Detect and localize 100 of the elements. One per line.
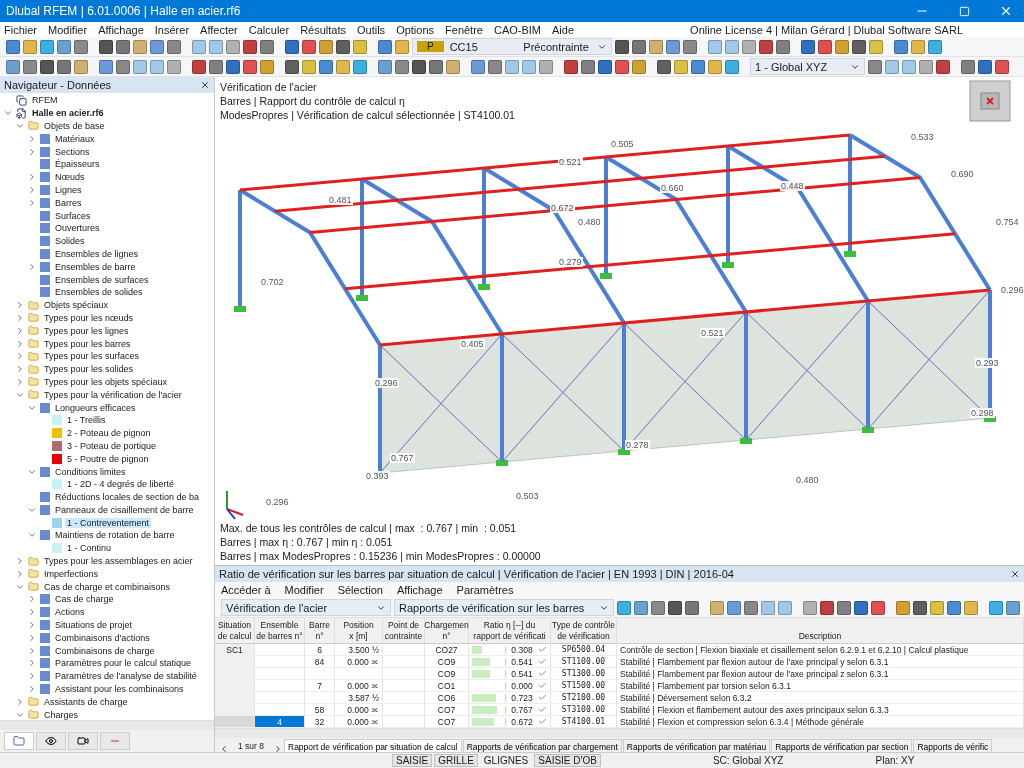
tree-item[interactable]: Types pour les assemblages en acier [42,556,195,567]
column-header[interactable]: Type de contrôle de vérification [551,618,617,644]
results-dropdown[interactable]: Rapports de vérification sur les barres [394,599,614,616]
tree-item[interactable]: Surfaces [53,210,93,221]
menu-item[interactable]: Calculer [248,23,290,36]
toolbar-icon[interactable] [759,39,773,54]
tree-item[interactable]: Imperfections [42,568,101,579]
tree-item[interactable]: 5 - Poutre de pignon [65,453,151,464]
column-header[interactable]: Situation de calcul [215,618,255,644]
expander-icon[interactable] [27,684,37,695]
toolbar-icon[interactable] [666,39,680,54]
toolbar-icon[interactable] [598,59,612,74]
toolbar-icon[interactable] [243,39,257,54]
tree-item[interactable]: Objets spéciaux [42,300,111,311]
expander-icon[interactable] [27,133,37,144]
status-toggle[interactable]: GRILLE [434,754,478,767]
scrollbar[interactable] [215,728,1024,738]
tree-item[interactable]: Ensembles de lignes [53,248,141,259]
tree-item[interactable]: Actions [53,607,87,618]
tree-item[interactable]: Assistants de charge [42,696,130,707]
tree-item[interactable]: Cas de charge et combinaisons [42,581,173,592]
status-toggle[interactable]: SAISIE D'OB [534,754,601,767]
toolbar-icon[interactable] [978,59,992,74]
toolbar-icon[interactable] [167,39,181,54]
toolbar-icon[interactable] [657,59,671,74]
tree-item[interactable]: Réductions locales de section de ba [53,492,202,503]
expander-icon[interactable] [27,184,37,195]
tree-item[interactable]: Halle en acier.rf6 [30,108,106,119]
tree-item[interactable]: 1 - Treillis [65,415,108,426]
tree-item[interactable]: Maintiens de rotation de barre [53,530,177,541]
expander-icon[interactable] [27,645,37,656]
menu-item[interactable]: Sélection [337,584,383,596]
column-header[interactable]: Barre n° [305,618,335,644]
tree-item[interactable]: Barres [53,197,84,208]
expander-icon[interactable] [27,658,37,669]
tree-item[interactable]: 1 - Continu [65,543,114,554]
tree-item[interactable]: Longueurs efficaces [53,402,138,413]
previous-icon[interactable] [219,744,229,754]
tree-item[interactable]: Nœuds [53,172,87,183]
status-toggle[interactable]: GLIGNES [479,754,533,767]
expander-icon[interactable] [15,312,25,323]
toolbar-icon[interactable] [615,39,629,54]
tree-item[interactable]: Sections [53,146,92,157]
toolbar-icon[interactable] [285,59,299,74]
tree-item[interactable]: Ensembles de solides [53,287,145,298]
toolbar-icon[interactable] [150,39,164,54]
toolbar-icon[interactable] [683,39,697,54]
expander-icon[interactable] [15,364,25,375]
toolbar-icon[interactable] [1006,600,1020,615]
menu-item[interactable]: Outils [357,23,386,36]
scrollbar[interactable] [0,720,214,730]
toolbar-icon[interactable] [564,59,578,74]
tree-item[interactable]: Épaisseurs [53,159,102,170]
toolbar-icon[interactable] [429,59,443,74]
tree-item[interactable]: Types pour les surfaces [42,351,142,362]
toolbar-icon[interactable] [40,59,54,74]
toolbar-icon[interactable] [632,39,646,54]
tree-item[interactable]: Assistant pour les combinaisons [53,684,186,695]
toolbar-icon[interactable] [837,600,851,615]
toolbar-icon[interactable] [852,39,866,54]
menu-item[interactable]: Modifier [284,584,324,596]
toolbar-icon[interactable] [894,39,908,54]
toolbar-icon[interactable] [801,39,815,54]
tree-item[interactable]: Lignes [53,184,84,195]
menu-item[interactable]: Options [396,23,435,36]
toolbar-icon[interactable] [116,59,130,74]
tree-item[interactable]: Situations de projet [53,620,135,631]
expander-icon[interactable] [15,376,25,387]
expander-icon[interactable] [15,556,25,567]
expander-icon[interactable] [27,261,37,272]
tree-item[interactable]: Panneaux de cisaillement de barre [53,504,196,515]
tree-item[interactable]: 3 - Poteau de portique [65,440,159,451]
column-header[interactable]: Description [617,618,1024,644]
toolbar-icon[interactable] [936,59,950,74]
column-header[interactable]: Point de contrainte [383,618,425,644]
column-header[interactable]: Position x [m] [335,618,383,644]
toolbar-icon[interactable] [336,39,350,54]
toolbar-icon[interactable] [913,600,927,615]
tree-item[interactable]: 1 - Contreventement [65,517,152,528]
tree-item[interactable]: Types pour les solides [42,364,136,375]
tree-item[interactable]: Objets de base [42,121,107,131]
toolbar-icon[interactable] [57,59,71,74]
toolbar-icon[interactable] [260,39,274,54]
expander-icon[interactable] [15,338,25,349]
toolbar-icon[interactable] [6,39,20,54]
expander-icon[interactable] [15,696,25,707]
toolbar-icon[interactable] [854,600,868,615]
menu-item[interactable]: Insérer [154,23,190,36]
toolbar-icon[interactable] [395,59,409,74]
tree-item[interactable]: Paramètres de l'analyse de stabilité [53,671,199,682]
expander-icon[interactable] [27,197,37,208]
tree-item[interactable]: Charges [42,709,81,720]
toolbar-icon[interactable] [285,39,299,54]
close-icon[interactable] [1010,569,1020,579]
toolbar-icon[interactable] [961,59,975,74]
expander-icon[interactable] [15,351,25,362]
tree-item[interactable]: 1 - 2D - 4 degrés de liberté [65,479,177,490]
tree-item[interactable]: 2 - Poteau de pignon [65,428,153,439]
tree-item[interactable]: Combinaisons d'actions [53,632,152,643]
toolbar-icon[interactable] [209,59,223,74]
